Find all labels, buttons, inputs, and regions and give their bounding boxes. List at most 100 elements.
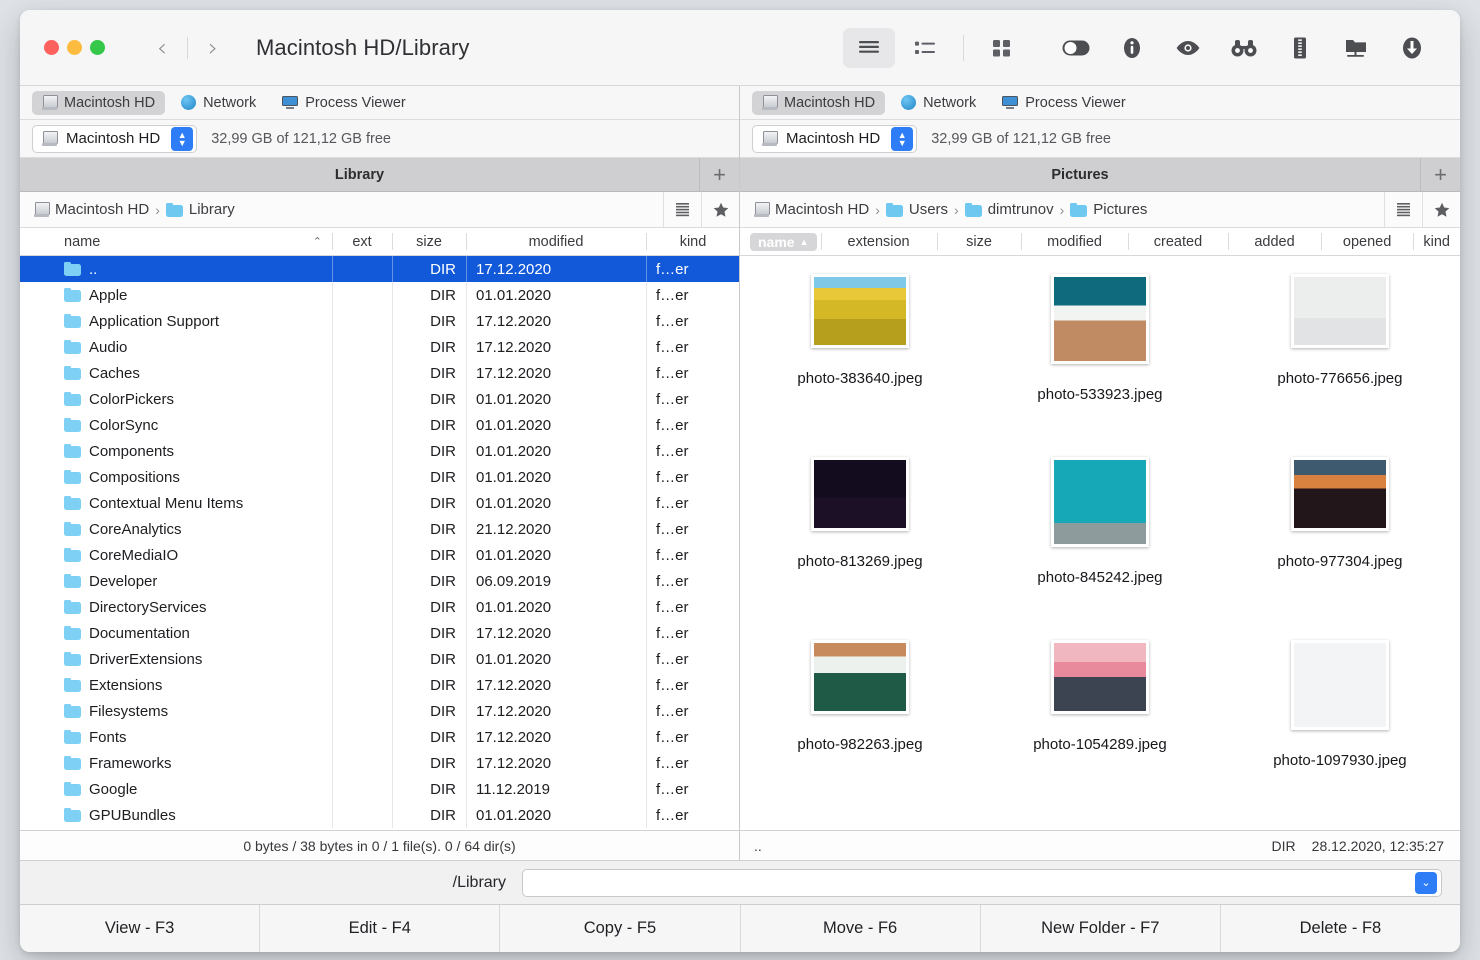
tab-label: Network [203,95,256,111]
breadcrumb-item-library[interactable]: Library [166,201,235,218]
breadcrumb-item-pictures[interactable]: Pictures [1070,201,1147,218]
column-header-ext[interactable]: ext [332,228,392,255]
column-header-size[interactable]: size [392,228,466,255]
path-list-icon[interactable] [1384,192,1422,227]
right-drive-selector[interactable]: Macintosh HD ▲▼ [752,125,917,153]
table-row[interactable]: AudioDIR17.12.2020f…er [20,334,739,360]
left-drive-selector[interactable]: Macintosh HD ▲▼ [32,125,197,153]
right-status-kind: DIR [1272,838,1296,854]
table-row[interactable]: DriverExtensionsDIR01.01.2020f…er [20,646,739,672]
command-dropdown-icon[interactable]: ⌄ [1415,872,1437,894]
table-row[interactable]: CoreMediaIODIR01.01.2020f…er [20,542,739,568]
download-icon[interactable] [1386,28,1438,68]
delete-button[interactable]: Delete - F8 [1221,905,1460,952]
table-row[interactable]: Contextual Menu ItemsDIR01.01.2020f…er [20,490,739,516]
list-view-icon[interactable] [843,28,895,68]
binoculars-icon[interactable] [1218,28,1270,68]
table-row[interactable]: FontsDIR17.12.2020f…er [20,724,739,750]
grid-item[interactable]: photo-533923.jpeg [980,266,1220,449]
table-row[interactable]: DirectoryServicesDIR01.01.2020f…er [20,594,739,620]
right-tab-process-viewer[interactable]: Process Viewer [992,91,1135,115]
left-tab-process-viewer[interactable]: Process Viewer [272,91,415,115]
table-row[interactable]: FrameworksDIR17.12.2020f…er [20,750,739,776]
column-header-kind[interactable]: kind [646,228,740,255]
column-header-opened[interactable]: opened [1321,228,1414,255]
column-header-name[interactable]: name ▲ [746,228,821,255]
maximize-button[interactable] [90,40,105,55]
command-input[interactable]: ⌄ [522,869,1442,897]
minimize-button[interactable] [67,40,82,55]
column-header-modified[interactable]: modified [466,228,646,255]
view-button[interactable]: View - F3 [20,905,260,952]
back-icon[interactable]: ‹ [145,31,179,65]
move-button[interactable]: Move - F6 [741,905,981,952]
left-file-list[interactable]: ..DIR17.12.2020f…erAppleDIR01.01.2020f…e… [20,256,739,830]
column-header-extension[interactable]: extension [821,228,937,255]
table-row[interactable]: AppleDIR01.01.2020f…er [20,282,739,308]
favorite-star-icon[interactable] [1422,192,1460,227]
column-header-kind[interactable]: kind [1413,228,1460,255]
table-row[interactable]: FilesystemsDIR17.12.2020f…er [20,698,739,724]
grid-item[interactable]: photo-776656.jpeg [1220,266,1460,449]
right-icon-grid[interactable]: photo-383640.jpegphoto-533923.jpegphoto-… [740,256,1460,830]
table-row[interactable]: ColorSyncDIR01.01.2020f…er [20,412,739,438]
right-folder-tab[interactable]: Pictures [740,167,1420,183]
grid-item[interactable]: photo-977304.jpeg [1220,449,1460,632]
breadcrumb-item-dimtrunov[interactable]: dimtrunov [965,201,1054,218]
archive-icon[interactable] [1274,28,1326,68]
table-row[interactable]: CoreAnalyticsDIR21.12.2020f…er [20,516,739,542]
grid-item[interactable]: photo-982263.jpeg [740,632,980,815]
table-row[interactable]: GoogleDIR11.12.2019f…er [20,776,739,802]
row-name-label: Contextual Menu Items [89,495,243,512]
toggle-icon[interactable] [1050,28,1102,68]
left-tab-network[interactable]: Network [171,91,266,115]
grid-item[interactable]: photo-1054289.jpeg [980,632,1220,815]
left-tab-macintosh-hd[interactable]: Macintosh HD [32,91,165,115]
breadcrumb-item-macintosh-hd[interactable]: Macintosh HD [754,201,869,218]
left-folder-tab[interactable]: Library [20,167,699,183]
favorite-star-icon[interactable] [701,192,739,227]
breadcrumb-item-macintosh-hd[interactable]: Macintosh HD [34,201,149,218]
info-icon[interactable] [1106,28,1158,68]
table-row[interactable]: GPUBundlesDIR01.01.2020f…er [20,802,739,828]
drive-stepper[interactable]: ▲▼ [891,127,913,151]
drive-stepper[interactable]: ▲▼ [171,127,193,151]
row-cell-size: DIR [392,334,466,360]
new-folder-button[interactable]: New Folder - F7 [981,905,1221,952]
row-cell-name: Developer [20,568,332,594]
table-row[interactable]: CachesDIR17.12.2020f…er [20,360,739,386]
grid-item[interactable]: photo-845242.jpeg [980,449,1220,632]
table-row[interactable]: ColorPickersDIR01.01.2020f…er [20,386,739,412]
column-header-added[interactable]: added [1228,228,1321,255]
column-header-created[interactable]: created [1128,228,1228,255]
column-header-name[interactable]: name ⌃ [20,228,332,255]
table-row[interactable]: Application SupportDIR17.12.2020f…er [20,308,739,334]
column-header-size[interactable]: size [937,228,1022,255]
close-button[interactable] [44,40,59,55]
table-row[interactable]: DeveloperDIR06.09.2019f…er [20,568,739,594]
column-header-modified[interactable]: modified [1021,228,1127,255]
grid-view-icon[interactable] [976,28,1028,68]
edit-button[interactable]: Edit - F4 [260,905,500,952]
path-list-icon[interactable] [663,192,701,227]
table-row[interactable]: DocumentationDIR17.12.2020f…er [20,620,739,646]
network-folder-icon[interactable] [1330,28,1382,68]
right-tab-network[interactable]: Network [891,91,986,115]
eye-icon[interactable] [1162,28,1214,68]
grid-item[interactable]: photo-813269.jpeg [740,449,980,632]
table-row[interactable]: ..DIR17.12.2020f…er [20,256,739,282]
add-tab-button[interactable]: + [1420,158,1460,191]
forward-icon[interactable]: › [196,31,230,65]
breadcrumb-item-users[interactable]: Users [886,201,948,218]
table-row[interactable]: ComponentsDIR01.01.2020f…er [20,438,739,464]
right-tab-macintosh-hd[interactable]: Macintosh HD [752,91,885,115]
detail-view-icon[interactable] [899,28,951,68]
grid-item[interactable]: photo-383640.jpeg [740,266,980,449]
table-row[interactable]: CompositionsDIR01.01.2020f…er [20,464,739,490]
left-status-bar: 0 bytes / 38 bytes in 0 / 1 file(s). 0 /… [20,830,739,860]
add-tab-button[interactable]: + [699,158,739,191]
row-cell-size: DIR [392,802,466,828]
table-row[interactable]: ExtensionsDIR17.12.2020f…er [20,672,739,698]
grid-item[interactable]: photo-1097930.jpeg [1220,632,1460,815]
copy-button[interactable]: Copy - F5 [500,905,740,952]
